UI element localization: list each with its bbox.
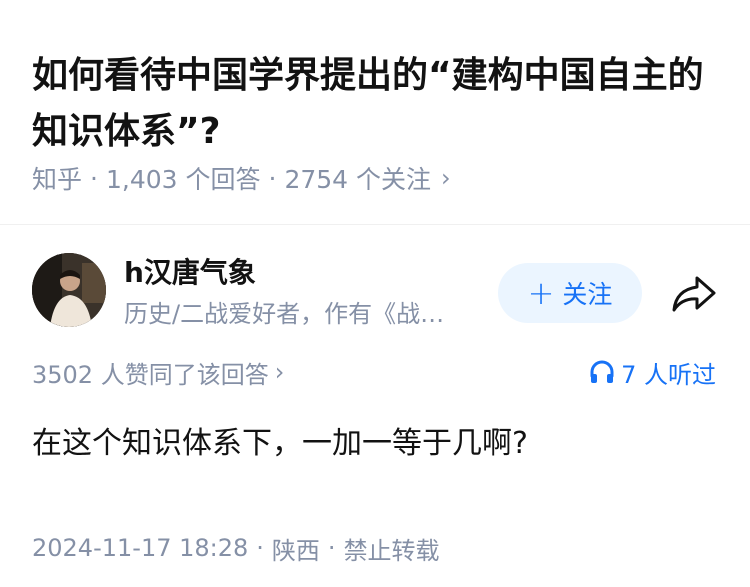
- meta-separator: ·: [256, 534, 264, 562]
- vote-count: 3502 人赞同了该回答: [32, 360, 269, 389]
- vote-summary[interactable]: 3502 人赞同了该回答 ›: [32, 354, 284, 390]
- meta-separator: ·: [90, 163, 98, 193]
- share-icon: [672, 276, 716, 312]
- author-name[interactable]: h汉唐气象: [124, 255, 256, 291]
- source-label: 知乎: [32, 165, 83, 194]
- follower-count: 2754 个关注: [284, 165, 432, 194]
- listen-label: 7 人听过: [621, 360, 716, 389]
- follow-button[interactable]: + 关注: [498, 263, 642, 323]
- answer-content: 在这个知识体系下，一加一等于几啊?: [32, 426, 528, 461]
- share-button[interactable]: [670, 272, 718, 316]
- answer-location: 陕西: [271, 536, 320, 565]
- listen-count[interactable]: 7 人听过: [589, 354, 716, 390]
- chevron-right-icon: ›: [274, 358, 285, 386]
- avatar-image: [32, 253, 106, 327]
- answer-meta: 2024-11-17 18:28 · 陕西 · 禁止转载: [32, 530, 440, 566]
- question-title[interactable]: 如何看待中国学界提出的“建构中国自主的知识体系”?: [32, 48, 722, 160]
- question-meta[interactable]: 知乎 · 1,403 个回答 · 2754 个关注 ›: [32, 160, 451, 196]
- author-bio: 历史/二战爱好者，作有《战…: [124, 300, 445, 328]
- section-divider: [0, 224, 750, 225]
- answer-date: 2024-11-17 18:28: [32, 534, 249, 562]
- meta-separator: ·: [327, 534, 336, 562]
- plus-icon: +: [527, 274, 555, 312]
- avatar[interactable]: [32, 253, 106, 327]
- copyright-notice: 禁止转载: [343, 536, 440, 565]
- headphones-icon: [590, 360, 614, 383]
- chevron-right-icon: ›: [441, 164, 451, 192]
- follow-label: 关注: [562, 280, 613, 309]
- meta-separator: ·: [268, 163, 277, 193]
- answer-count: 1,403 个回答: [105, 165, 261, 194]
